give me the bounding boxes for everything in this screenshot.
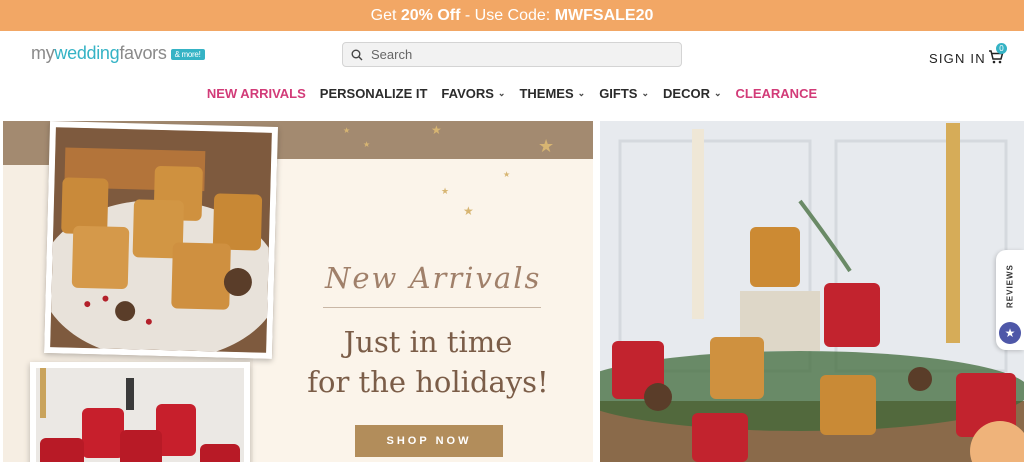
nav-gifts[interactable]: GIFTS ⌄ (592, 86, 656, 101)
hero-banner-left[interactable]: ★ ★ ★ ★ ★ ★ ★ New Arrivals Just in time … (3, 121, 593, 462)
sign-in-link[interactable]: SIGN IN (929, 51, 986, 66)
search-input[interactable] (371, 47, 671, 62)
hero-section: ★ ★ ★ ★ ★ ★ ★ New Arrivals Just in time … (0, 121, 1024, 462)
chevron-down-icon: ⌄ (577, 88, 586, 98)
reviews-label: REVIEWS (1005, 264, 1015, 308)
nav-themes[interactable]: THEMES ⌄ (512, 86, 592, 101)
star-icon: ★ (463, 204, 474, 218)
nav-label: THEMES (519, 86, 574, 101)
star-icon: ★ (343, 126, 351, 135)
promo-banner[interactable]: Get 20% Off - Use Code: MWFSALE20 (0, 0, 1024, 31)
shop-now-button[interactable]: SHOP NOW (355, 425, 503, 457)
red-votives-illustration (36, 368, 244, 462)
nav-favors[interactable]: FAVORS ⌄ (434, 86, 512, 101)
logo[interactable]: my wedding favors & more! (31, 43, 205, 64)
hero-banner-right[interactable] (600, 121, 1024, 462)
chevron-down-icon: ⌄ (497, 88, 506, 98)
banner-paper-area (253, 159, 593, 462)
red-votives-photo (30, 362, 250, 462)
nav-label: PERSONALIZE IT (319, 86, 428, 101)
cart-count-badge: 0 (996, 43, 1007, 54)
promo-highlight: 20% Off (400, 7, 461, 24)
hero-headline-line2: for the holidays! (307, 365, 549, 399)
nav-label: DECOR (663, 86, 710, 101)
site-header: myweddingfavors & more! SIGN IN 0 (0, 31, 1024, 81)
logo-part-wedding: wedding (54, 43, 120, 63)
nav-clearance[interactable]: CLEARANCE (729, 86, 825, 101)
star-icon: ★ (441, 186, 450, 196)
star-icon: ★ (538, 136, 555, 156)
divider (323, 307, 541, 308)
nav-new-arrivals[interactable]: NEW ARRIVALS (200, 86, 313, 101)
nav-label: NEW ARRIVALS (206, 86, 306, 101)
cart-button[interactable]: 0 (988, 43, 1008, 67)
main-nav: NEW ARRIVALS PERSONALIZE IT FAVORS ⌄ THEM… (0, 86, 1024, 101)
nav-personalize-it[interactable]: PERSONALIZE IT (313, 86, 435, 101)
search-icon (351, 49, 363, 60)
star-icon: ★ (363, 140, 371, 149)
logo-part-my: my (31, 43, 55, 63)
new-arrivals-script: New Arrivals (325, 261, 542, 295)
search-bar[interactable] (342, 42, 682, 67)
nav-decor[interactable]: DECOR ⌄ (656, 86, 729, 101)
reviews-tab[interactable]: REVIEWS ★ (996, 250, 1024, 350)
promo-middle: - Use Code: (460, 7, 555, 24)
logo-tag: & more! (170, 49, 205, 60)
promo-code: MWFSALE20 (554, 7, 654, 24)
nav-label: GIFTS (599, 86, 638, 101)
chevron-down-icon: ⌄ (641, 88, 650, 98)
logo-part-favors: favors (119, 43, 167, 63)
holiday-table-photo (600, 121, 1024, 462)
votive-candles-photo (44, 121, 278, 359)
chevron-down-icon: ⌄ (713, 88, 722, 98)
star-icon: ★ (431, 123, 442, 137)
votive-candles-illustration (44, 127, 278, 359)
nav-label: FAVORS (441, 86, 494, 101)
hero-headline-line1: Just in time (343, 325, 513, 359)
promo-prefix: Get (370, 7, 401, 24)
star-icon: ★ (503, 170, 511, 179)
star-icon: ★ (999, 322, 1021, 344)
nav-label: CLEARANCE (735, 86, 818, 101)
